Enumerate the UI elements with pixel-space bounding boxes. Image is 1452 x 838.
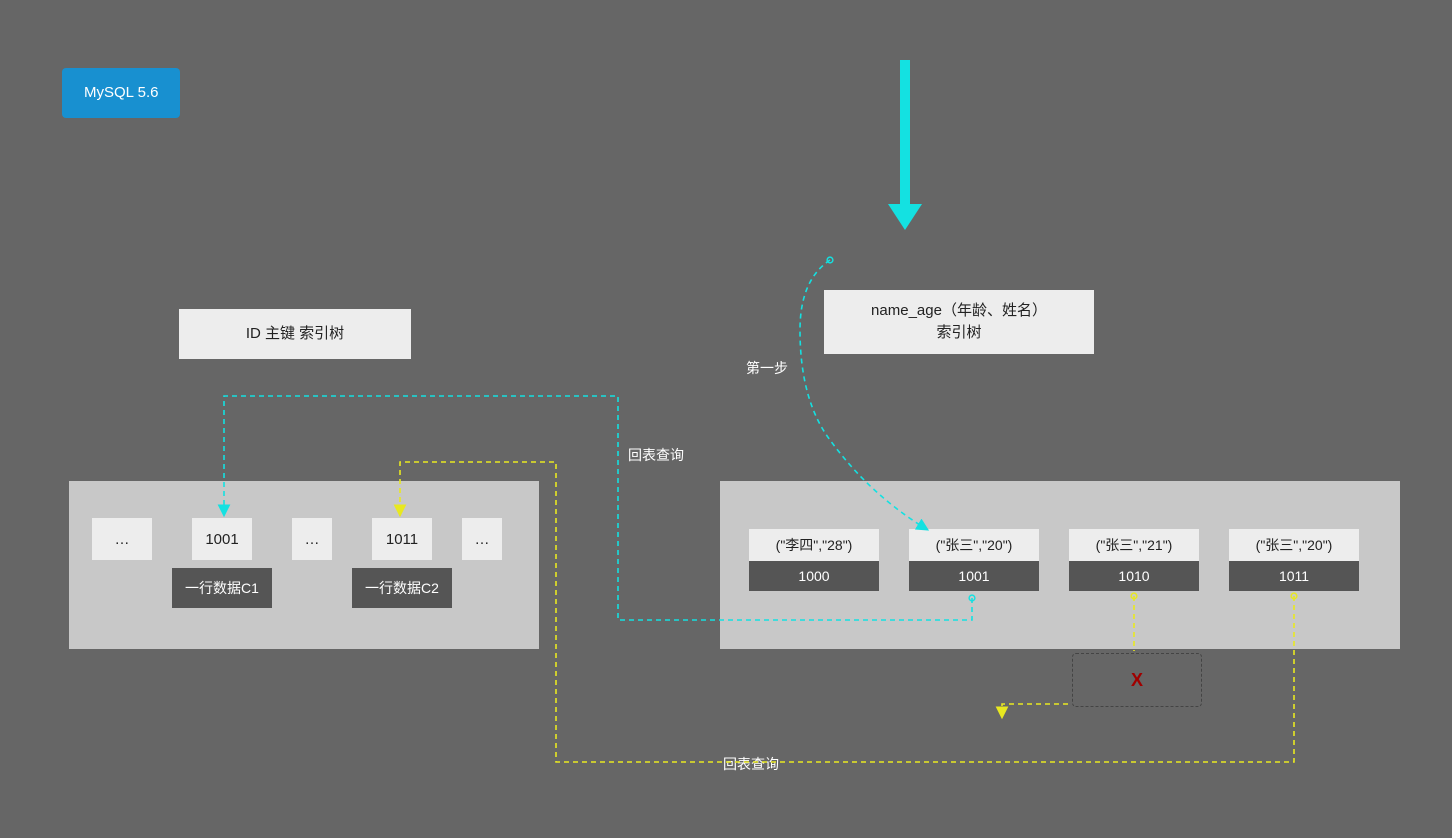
left-row-c1: 一行数据C1 bbox=[172, 568, 272, 608]
right-entry-2: ("张三","21") 1010 bbox=[1069, 529, 1199, 591]
entry-val: 1011 bbox=[1229, 561, 1359, 591]
reject-box: X bbox=[1072, 653, 1202, 707]
entry-key: ("张三","20") bbox=[909, 529, 1039, 561]
version-badge: MySQL 5.6 bbox=[62, 68, 180, 118]
left-dots-2: … bbox=[292, 518, 332, 560]
entry-key: ("张三","21") bbox=[1069, 529, 1199, 561]
right-entry-3: ("张三","20") 1011 bbox=[1229, 529, 1359, 591]
reject-out-path bbox=[1002, 704, 1068, 718]
left-dots-3: … bbox=[462, 518, 502, 560]
entry-val: 1000 bbox=[749, 561, 879, 591]
arrows-svg bbox=[0, 0, 1452, 838]
lookup-label-2: 回表查询 bbox=[723, 754, 779, 774]
left-panel bbox=[69, 481, 539, 649]
right-tree-title: name_age（年龄、姓名） 索引树 bbox=[824, 290, 1094, 354]
lookup-label-1: 回表查询 bbox=[628, 445, 684, 465]
right-entry-1: ("张三","20") 1001 bbox=[909, 529, 1039, 591]
entry-arrow-icon bbox=[888, 60, 922, 230]
entry-key: ("张三","20") bbox=[1229, 529, 1359, 561]
entry-val: 1010 bbox=[1069, 561, 1199, 591]
step-label: 第一步 bbox=[746, 358, 788, 378]
left-dots-1: … bbox=[92, 518, 152, 560]
entry-val: 1001 bbox=[909, 561, 1039, 591]
left-row-c2: 一行数据C2 bbox=[352, 568, 452, 608]
left-tree-title: ID 主键 索引树 bbox=[179, 309, 411, 359]
entry-key: ("李四","28") bbox=[749, 529, 879, 561]
left-id-1011: 1011 bbox=[372, 518, 432, 560]
left-id-1001: 1001 bbox=[192, 518, 252, 560]
right-entry-0: ("李四","28") 1000 bbox=[749, 529, 879, 591]
